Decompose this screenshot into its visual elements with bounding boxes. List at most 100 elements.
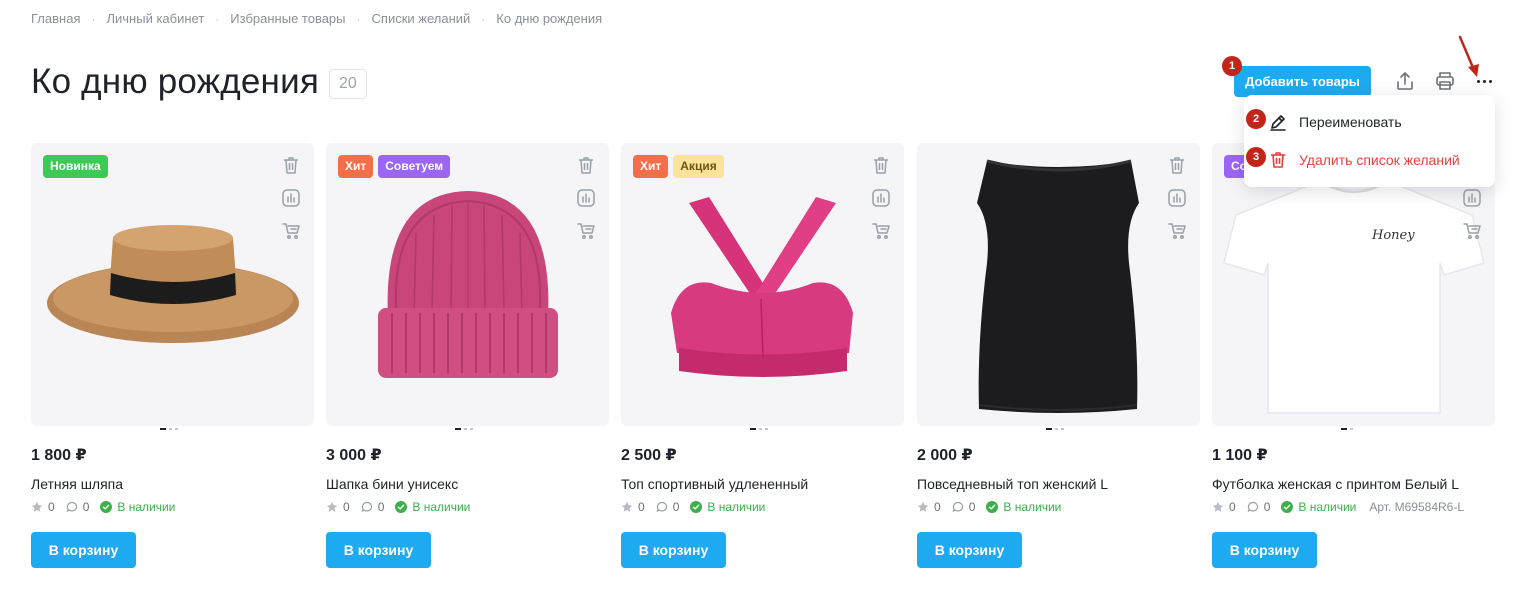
trash-icon[interactable] <box>1166 154 1188 176</box>
pagination-dot[interactable] <box>464 428 467 430</box>
product-image[interactable] <box>621 143 904 426</box>
tshirt-print-text: Honey <box>1371 228 1415 243</box>
share-icon[interactable] <box>1393 69 1417 93</box>
product-image[interactable] <box>917 143 1200 426</box>
rename-menu-item[interactable]: Переименовать <box>1268 112 1402 132</box>
trash-icon[interactable] <box>280 154 302 176</box>
check-circle-icon <box>100 501 113 513</box>
breadcrumb-separator: · <box>481 11 486 26</box>
add-to-cart-button[interactable]: В корзину <box>1212 532 1317 568</box>
product-name[interactable]: Футболка женская с принтом Белый L <box>1212 476 1459 492</box>
reviews-count: 0 <box>82 500 90 514</box>
product-name[interactable]: Шапка бини унисекс <box>326 476 458 492</box>
pagination-dot[interactable] <box>750 428 756 430</box>
check-circle-icon <box>986 501 999 513</box>
options-dropdown: Переименовать Удалить список желаний <box>1244 95 1495 187</box>
pagination-dot[interactable] <box>160 428 166 430</box>
comment-icon <box>66 501 78 513</box>
reviews-count: 0 <box>377 500 385 514</box>
cart-icon[interactable] <box>280 220 302 242</box>
pagination-dot[interactable] <box>1046 428 1052 430</box>
rating-value: 0 <box>343 500 350 514</box>
star-icon <box>621 501 633 513</box>
delete-wishlist-menu-item[interactable]: Удалить список желаний <box>1268 150 1460 170</box>
add-to-cart-button[interactable]: В корзину <box>621 532 726 568</box>
star-icon <box>1212 501 1224 513</box>
product-card[interactable]: Хит Акция 2 500 ₽ Топ спортивный удленен… <box>621 143 904 573</box>
trash-icon[interactable] <box>575 154 597 176</box>
comment-icon <box>361 501 373 513</box>
product-article: Арт. M69584R6-L <box>1369 500 1465 514</box>
product-image[interactable] <box>326 143 609 426</box>
comment-icon <box>656 501 668 513</box>
breadcrumb-item-favorites[interactable]: Избранные товары <box>230 11 345 26</box>
compare-icon[interactable] <box>1461 187 1483 209</box>
check-circle-icon <box>690 501 703 513</box>
pagination-dot[interactable] <box>759 428 762 430</box>
annotation-marker-2: 2 <box>1246 109 1266 129</box>
stock-status: В наличии <box>1003 500 1062 514</box>
trash-icon[interactable] <box>870 154 892 176</box>
product-price: 2 000 ₽ <box>917 447 973 464</box>
check-circle-icon <box>395 501 408 513</box>
trash-icon <box>1268 150 1288 170</box>
compare-icon[interactable] <box>870 187 892 209</box>
print-icon[interactable] <box>1433 69 1457 93</box>
product-price: 1 100 ₽ <box>1212 447 1268 464</box>
annotation-marker-3: 3 <box>1246 147 1266 167</box>
rating-value: 0 <box>638 500 645 514</box>
pagination-dot[interactable] <box>175 428 178 430</box>
breadcrumb-separator: · <box>91 11 96 26</box>
product-card[interactable]: Хит Советуем 3 000 ₽ Шапка бини унисекс … <box>326 143 609 573</box>
product-name[interactable]: Повседневный топ женский L <box>917 476 1108 492</box>
add-products-button[interactable]: Добавить товары <box>1234 66 1371 97</box>
card-actions <box>575 154 597 242</box>
black-top-image <box>977 159 1139 413</box>
breadcrumb-item-account[interactable]: Личный кабинет <box>106 11 204 26</box>
image-pagination <box>160 428 178 430</box>
pagination-dot[interactable] <box>470 428 473 430</box>
product-card[interactable]: 2 000 ₽ Повседневный топ женский L 0 0 В… <box>917 143 1200 573</box>
compare-icon[interactable] <box>280 187 302 209</box>
product-card[interactable]: Honey Со 1 100 ₽ Футболка женская с прин… <box>1212 143 1495 573</box>
compare-icon[interactable] <box>1166 187 1188 209</box>
product-name[interactable]: Летняя шляпа <box>31 476 123 492</box>
reviews-count: 0 <box>672 500 680 514</box>
annotation-arrow <box>1458 35 1479 77</box>
breadcrumb-item-home[interactable]: Главная <box>31 11 80 26</box>
rating-value: 0 <box>48 500 55 514</box>
pagination-dot[interactable] <box>1341 428 1347 430</box>
pagination-dot[interactable] <box>765 428 768 430</box>
star-icon <box>326 501 338 513</box>
image-pagination <box>455 428 473 430</box>
product-card[interactable]: Новинка 1 800 ₽ Летняя шляпа 0 0 В налич… <box>31 143 314 573</box>
comment-icon <box>1247 501 1259 513</box>
stock-status: В наличии <box>707 500 766 514</box>
product-image[interactable] <box>31 143 314 426</box>
check-circle-icon <box>1281 501 1294 513</box>
breadcrumb-item-current: Ко дню рождения <box>496 11 603 26</box>
cart-icon[interactable] <box>1166 220 1188 242</box>
product-name[interactable]: Топ спортивный удлененный <box>621 476 808 492</box>
badge-advice: Советуем <box>378 155 451 178</box>
add-to-cart-button[interactable]: В корзину <box>31 532 136 568</box>
cart-icon[interactable] <box>575 220 597 242</box>
pagination-dot[interactable] <box>1055 428 1058 430</box>
pagination-dot[interactable] <box>1350 428 1353 430</box>
pagination-dot[interactable] <box>1061 428 1064 430</box>
badge-hit: Хит <box>633 155 669 178</box>
breadcrumb-item-wishlists[interactable]: Списки желаний <box>372 11 471 26</box>
image-pagination <box>1341 428 1353 430</box>
star-icon <box>31 501 43 513</box>
add-to-cart-button[interactable]: В корзину <box>326 532 431 568</box>
pagination-dot[interactable] <box>455 428 461 430</box>
pagination-dot[interactable] <box>169 428 172 430</box>
more-dot <box>1488 79 1492 83</box>
compare-icon[interactable] <box>575 187 597 209</box>
product-meta: 0 0 В наличии <box>917 500 1072 514</box>
sports-top-image <box>671 197 853 377</box>
add-to-cart-button[interactable]: В корзину <box>917 532 1022 568</box>
cart-icon[interactable] <box>870 220 892 242</box>
breadcrumb-separator: · <box>215 11 220 26</box>
cart-icon[interactable] <box>1461 220 1483 242</box>
